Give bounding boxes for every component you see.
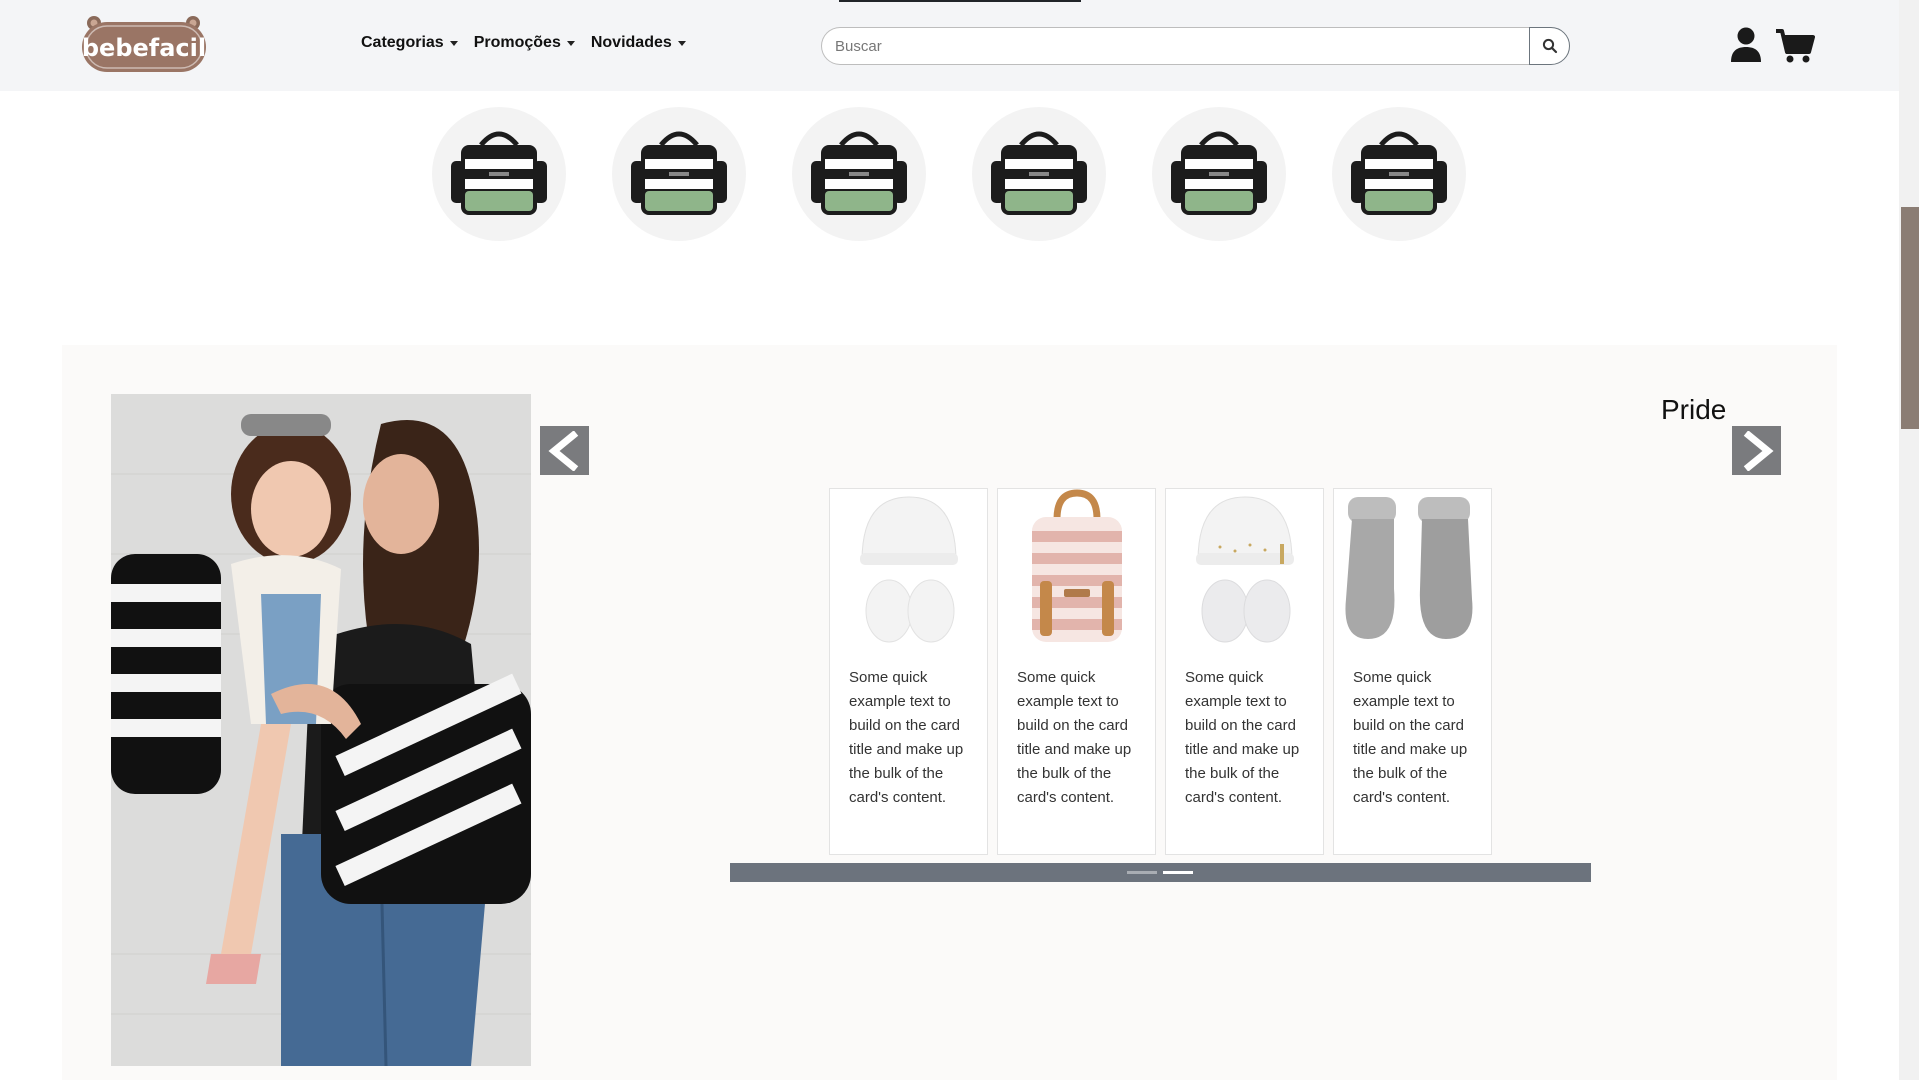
search-bar [821,27,1570,65]
product-image [998,489,1155,649]
nav-novidades[interactable]: Novidades [591,34,686,52]
search-button[interactable] [1529,27,1570,65]
card-text: Some quick example text to build on the … [1353,669,1468,806]
top-accent-line [839,0,1081,2]
carousel-indicators [730,863,1591,882]
section-title: Pride [1661,394,1727,425]
category-circle[interactable] [792,107,926,241]
diaper-bag-image [811,131,907,215]
scrollbar-thumb[interactable] [1901,207,1919,429]
carousel-indicator-1[interactable] [1127,871,1157,874]
chevron-right-icon [1743,430,1774,471]
product-card[interactable]: Some quick example text to build on the … [829,488,988,855]
diaper-bag-image [631,131,727,215]
product-card[interactable]: Some quick example text to build on the … [1165,488,1324,855]
search-icon [1542,38,1557,54]
product-image [830,489,987,649]
category-circles [432,107,1466,241]
mother-child-photo [111,394,531,1066]
nav-label: Categorias [361,34,444,51]
hero-image [111,394,531,1066]
hat-and-mittens-set-image [1195,496,1294,643]
grey-socks-image [1344,497,1472,639]
logo-text: bebefacil [82,34,206,62]
carousel-prev-button[interactable] [540,426,589,475]
product-cards: Some quick example text to build on the … [829,488,1492,855]
category-circle[interactable] [1332,107,1466,241]
nav-promocoes[interactable]: Promoções [474,34,575,52]
product-image [1166,489,1323,649]
chevron-left-icon [547,430,578,471]
diaper-bag-image [1351,131,1447,215]
category-circle[interactable] [612,107,746,241]
category-circle[interactable] [1152,107,1286,241]
caret-down-icon [677,41,686,46]
hat-and-mittens-image [859,496,958,643]
user-icon[interactable] [1730,27,1762,63]
scrollbar-track[interactable] [1899,0,1919,1080]
diaper-bag-image [991,131,1087,215]
product-image [1334,489,1491,649]
category-circle[interactable] [972,107,1106,241]
diaper-bag-image [1171,131,1267,215]
search-input[interactable] [821,27,1529,65]
pink-backpack-image [1031,489,1122,642]
carousel-indicator-2[interactable] [1163,871,1193,874]
product-card[interactable]: Some quick example text to build on the … [997,488,1156,855]
card-text: Some quick example text to build on the … [1017,669,1132,806]
main-nav: Categorias Promoções Novidades [361,34,686,52]
diaper-bag-image [451,131,547,215]
nav-label: Promoções [473,34,561,51]
card-text: Some quick example text to build on the … [1185,669,1300,806]
caret-down-icon [449,41,458,46]
carousel-next-button[interactable] [1732,426,1781,475]
nav-categorias[interactable]: Categorias [361,34,458,52]
site-header: bebefacil Categorias Promoções Novidades [0,0,1899,91]
card-text: Some quick example text to build on the … [849,669,964,806]
nav-label: Novidades [590,34,672,51]
product-card[interactable]: Some quick example text to build on the … [1333,488,1492,855]
caret-down-icon [566,41,575,46]
category-circle[interactable] [432,107,566,241]
bebefacil-logo[interactable]: bebefacil [80,14,208,76]
cart-icon[interactable] [1775,28,1815,64]
